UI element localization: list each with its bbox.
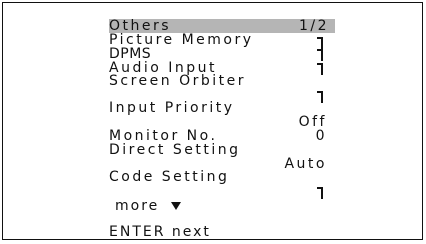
submenu-arrow-icon (317, 37, 323, 49)
submenu-arrow-icon (317, 49, 323, 61)
menu-item-label: DPMS (109, 46, 152, 62)
menu-item-label: Screen Orbiter (109, 73, 246, 89)
menu-item-picture-memory[interactable]: Picture Memory (109, 32, 335, 49)
menu-item-label: Code Setting (109, 169, 230, 185)
menu-item-dpms[interactable]: DPMS (109, 47, 335, 61)
more-link[interactable]: more (115, 199, 235, 213)
menu-item-label: Input Priority (109, 100, 235, 116)
direct-setting-value: Auto (284, 156, 327, 172)
menu-item-label: Direct Setting (109, 142, 241, 158)
more-label: more (115, 198, 160, 214)
enter-hint-label: ENTER next (109, 224, 211, 240)
menu-title-bar[interactable]: Others 1/2 (109, 19, 335, 33)
menu-item-code-setting[interactable]: Code Setting (109, 169, 335, 199)
menu-item-direct-setting[interactable]: Direct Setting Auto (109, 143, 335, 171)
menu-item-input-priority[interactable]: Input Priority Off (109, 101, 335, 129)
monitor-no-value: 0 (315, 128, 327, 144)
submenu-arrow-icon (317, 187, 323, 199)
menu-item-label: Picture Memory (109, 32, 254, 48)
menu-item-label: Monitor No. (109, 128, 218, 144)
down-triangle-icon (171, 202, 181, 210)
enter-hint: ENTER next (109, 225, 309, 239)
menu-title: Others (109, 18, 172, 34)
menu-item-monitor-no[interactable]: Monitor No. 0 (109, 129, 335, 143)
input-priority-value: Off (298, 114, 327, 130)
submenu-arrow-icon (317, 91, 323, 103)
page-indicator: 1/2 (298, 18, 329, 34)
osd-frame: Others 1/2 Picture Memory DPMS Audio Inp… (2, 2, 423, 240)
submenu-arrow-icon (317, 63, 323, 75)
menu-item-screen-orbiter[interactable]: Screen Orbiter (109, 73, 335, 103)
